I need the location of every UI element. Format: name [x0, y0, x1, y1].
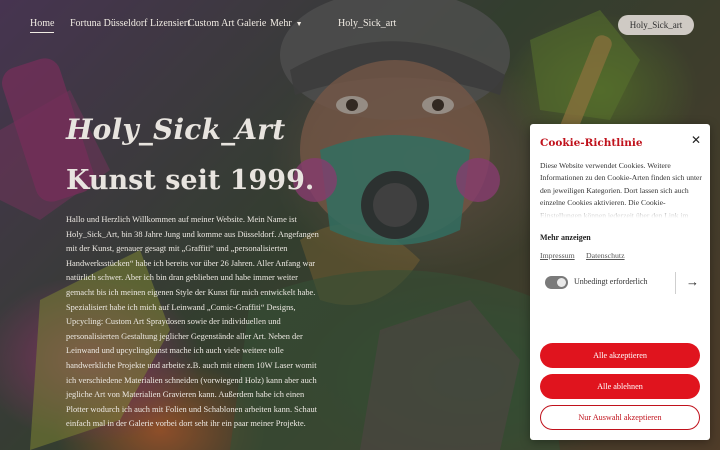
category-label: Unbedingt erforderlich — [574, 277, 648, 286]
nav-item-custom-art-galerie[interactable]: Custom Art Galerie — [188, 18, 266, 30]
nav-item-mehr[interactable]: Mehr ▼ — [270, 18, 303, 30]
cookie-description: Diese Website verwendet Cookies. Weitere… — [540, 160, 702, 218]
brand-pill-button[interactable]: Holy_Sick_art — [618, 15, 694, 35]
nav-item-home[interactable]: Home — [30, 18, 55, 33]
nav-item-fortuna-duesseldorf[interactable]: Fortuna Düsseldorf Lizensiert — [70, 18, 190, 30]
arrow-right-icon[interactable]: → — [686, 273, 699, 291]
close-icon[interactable]: ✕ — [688, 132, 704, 148]
datenschutz-link[interactable]: Datenschutz — [586, 251, 625, 260]
cookie-dialog-title: Cookie-Richtlinie — [540, 137, 643, 149]
hero-title: Holy_Sick_Art — [66, 113, 286, 146]
text-fade — [540, 204, 702, 218]
cookie-consent-dialog: Cookie-Richtlinie ✕ Diese Website verwen… — [530, 124, 710, 440]
hero-intro-text: Hallo und Herzlich Willkommen auf meiner… — [66, 215, 319, 429]
accept-selection-button[interactable]: Nur Auswahl akzeptieren — [540, 405, 700, 430]
hero-subtitle: Kunst seit 1999. — [66, 165, 315, 196]
impressum-link[interactable]: Impressum — [540, 251, 575, 260]
chevron-down-icon: ▼ — [295, 20, 303, 28]
nav-item-mehr-label: Mehr — [270, 18, 292, 29]
top-navigation: Home Fortuna Düsseldorf Lizensiert Custo… — [0, 0, 720, 48]
accept-all-button[interactable]: Alle akzeptieren — [540, 343, 700, 368]
required-cookies-toggle[interactable] — [545, 276, 568, 289]
show-more-link[interactable]: Mehr anzeigen — [540, 233, 591, 242]
reject-all-button[interactable]: Alle ablehnen — [540, 374, 700, 399]
divider — [675, 272, 676, 294]
cookie-category-required: Unbedingt erforderlich → — [540, 272, 702, 294]
site-brand-name[interactable]: Holy_Sick_art — [338, 18, 396, 29]
toggle-knob — [557, 278, 566, 287]
